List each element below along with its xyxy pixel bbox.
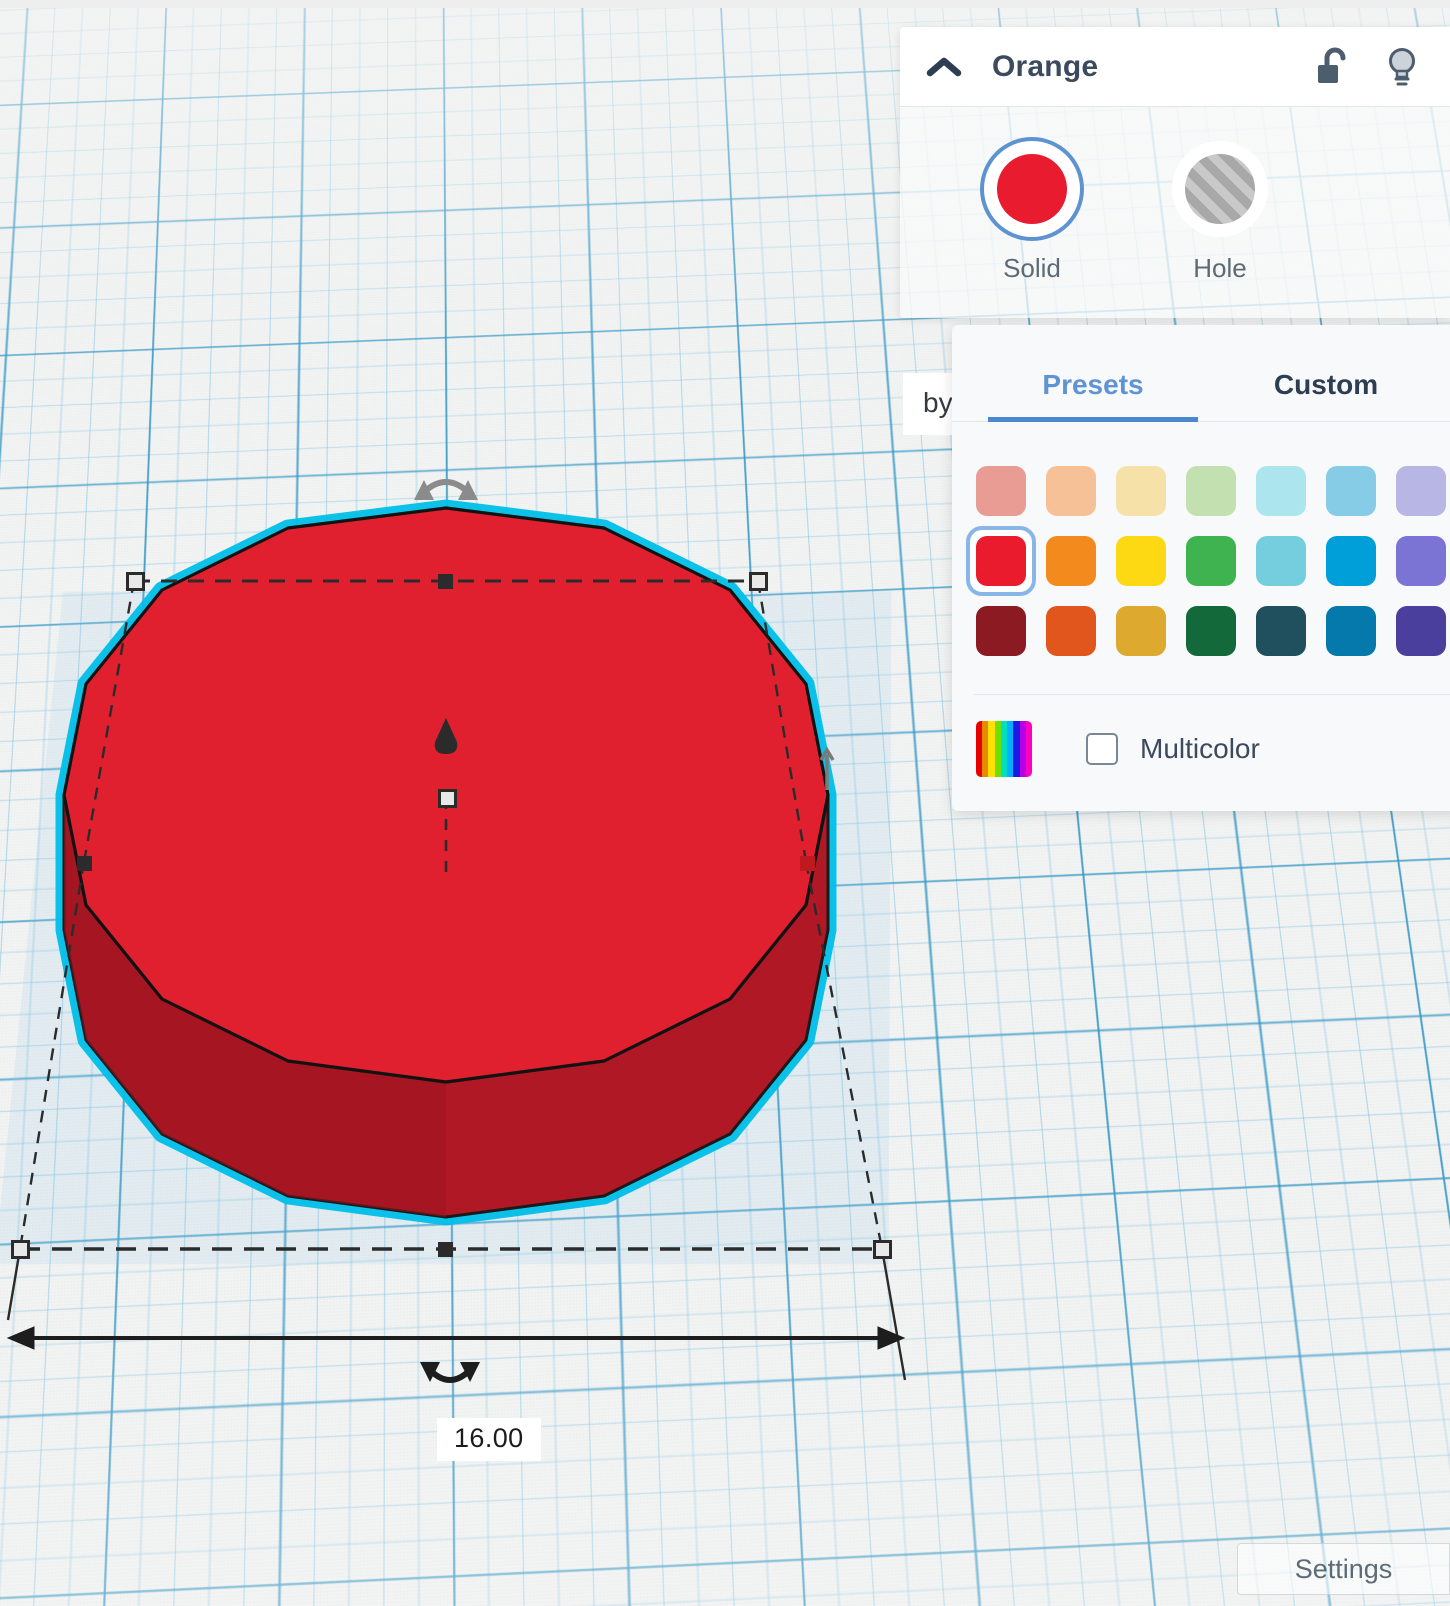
color-swatch[interactable]: [1246, 526, 1316, 596]
color-swatch-grid: [952, 422, 1450, 690]
color-swatch[interactable]: [1036, 596, 1106, 666]
multicolor-label: Multicolor: [1140, 733, 1260, 764]
color-swatch[interactable]: [1316, 526, 1386, 596]
tinkercad-editor: 16.00 by Alan Ye Orange: [0, 0, 1450, 1606]
author-prefix: by: [923, 387, 953, 418]
color-swatch-fill: [1116, 466, 1166, 516]
color-swatch-fill: [976, 536, 1026, 586]
mode-option-hole[interactable]: Hole: [1126, 145, 1314, 284]
color-swatch-fill: [1046, 466, 1096, 516]
color-swatch[interactable]: [966, 526, 1036, 596]
color-picker-panel: Presets Custom Multicolor: [952, 325, 1450, 811]
color-panel-tabs: Presets Custom: [952, 325, 1450, 422]
color-swatch-fill: [1256, 466, 1306, 516]
hole-swatch[interactable]: [1176, 145, 1264, 233]
color-swatch[interactable]: [1316, 456, 1386, 526]
settings-button[interactable]: Settings: [1237, 1543, 1450, 1595]
color-swatch-fill: [1256, 536, 1306, 586]
solid-color-fill: [997, 154, 1067, 224]
color-swatch[interactable]: [1386, 456, 1450, 526]
hole-hatch-fill: [1185, 154, 1255, 224]
solid-hole-selector: Solid Hole: [900, 107, 1450, 318]
tab-presets[interactable]: Presets: [988, 369, 1198, 422]
unlocked-padlock-icon[interactable]: [1310, 45, 1354, 89]
color-swatch-fill: [1046, 606, 1096, 656]
color-swatch-fill: [1326, 536, 1376, 586]
color-swatch[interactable]: [1246, 456, 1316, 526]
color-swatch-fill: [1116, 536, 1166, 586]
color-swatch-fill: [976, 606, 1026, 656]
color-swatch[interactable]: [966, 596, 1036, 666]
color-swatch[interactable]: [1036, 456, 1106, 526]
color-swatch[interactable]: [1036, 526, 1106, 596]
color-swatch-fill: [1186, 606, 1236, 656]
color-swatch-fill: [1046, 536, 1096, 586]
color-swatch-fill: [976, 466, 1026, 516]
color-swatch[interactable]: [1106, 456, 1176, 526]
color-swatch-fill: [1186, 466, 1236, 516]
shape-inspector-panel: Orange Solid Hole: [900, 27, 1450, 318]
color-swatch[interactable]: [1106, 596, 1176, 666]
tab-custom[interactable]: Custom: [1226, 369, 1426, 421]
color-swatch-fill: [1396, 606, 1446, 656]
color-swatch[interactable]: [966, 456, 1036, 526]
color-swatch[interactable]: [1386, 526, 1450, 596]
multicolor-swatch[interactable]: [976, 721, 1032, 777]
multicolor-checkbox[interactable]: [1086, 733, 1118, 765]
color-swatch-fill: [1326, 606, 1376, 656]
mode-option-solid[interactable]: Solid: [938, 145, 1126, 284]
color-swatch[interactable]: [1176, 596, 1246, 666]
chevron-up-icon[interactable]: [922, 45, 966, 89]
color-swatch-fill: [1186, 536, 1236, 586]
color-swatch[interactable]: [1176, 456, 1246, 526]
mode-label-hole: Hole: [1193, 253, 1247, 283]
color-swatch[interactable]: [1176, 526, 1246, 596]
color-swatch[interactable]: [1386, 596, 1450, 666]
page-title: Orange: [992, 49, 1099, 83]
mode-label-solid: Solid: [1003, 253, 1061, 283]
dimension-label[interactable]: 16.00: [437, 1418, 541, 1461]
color-swatch-fill: [1396, 466, 1446, 516]
color-swatch[interactable]: [1246, 596, 1316, 666]
multicolor-row: Multicolor: [952, 695, 1450, 811]
solid-swatch[interactable]: [988, 145, 1076, 233]
color-swatch-fill: [1116, 606, 1166, 656]
inspector-header: Orange: [900, 27, 1450, 107]
color-swatch[interactable]: [1106, 526, 1176, 596]
color-swatch[interactable]: [1316, 596, 1386, 666]
color-swatch-fill: [1326, 466, 1376, 516]
multicolor-stripe: [1025, 721, 1032, 777]
lightbulb-icon[interactable]: [1380, 45, 1424, 89]
color-swatch-fill: [1256, 606, 1306, 656]
color-swatch-fill: [1396, 536, 1446, 586]
